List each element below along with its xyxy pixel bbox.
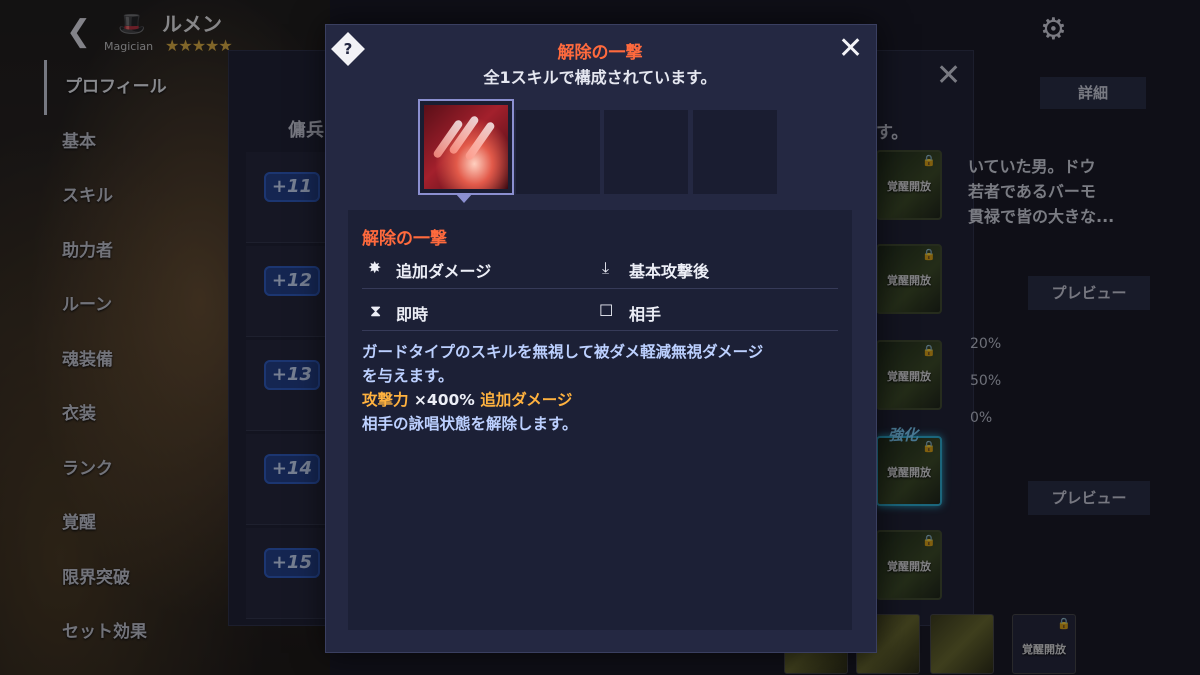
target-enemy-icon: ☐ — [599, 301, 614, 320]
description-line: 相手の詠唱状態を解除します。 — [362, 415, 578, 433]
skill-description: ガードタイプのスキルを無視して被ダメ軽減無視ダメージ を与えます。 攻撃力 ×4… — [362, 340, 842, 436]
scaling-stat: 攻撃力 — [362, 391, 409, 409]
modal-subtitle: 全1スキルで構成されています。 — [483, 68, 717, 87]
divider — [362, 330, 838, 331]
skill-slot-empty — [604, 110, 688, 194]
scaling-line: 攻撃力 ×400% 追加ダメージ — [362, 388, 842, 412]
divider — [362, 288, 838, 289]
skill-slot-empty — [516, 110, 600, 194]
skill-attribute: 追加ダメージ — [396, 262, 492, 281]
extra-damage-icon: ✸ — [368, 258, 382, 277]
skill-attribute: 相手 — [629, 305, 662, 324]
description-line: を与えます。 — [362, 367, 454, 385]
modal-title: 解除の一撃 — [557, 43, 643, 63]
claw-strike-icon — [424, 105, 508, 189]
scaling-type: 追加ダメージ — [480, 391, 573, 409]
selection-pointer — [455, 193, 473, 203]
scaling-value: ×400% — [413, 391, 475, 409]
after-basic-attack-icon: ⤓ — [602, 258, 610, 277]
hourglass-icon: ⧗ — [370, 301, 382, 320]
skill-slot-empty — [693, 110, 777, 194]
skill-attribute: 基本攻撃後 — [629, 262, 710, 281]
skill-slot-selected[interactable] — [418, 99, 514, 195]
skill-attribute: 即時 — [396, 305, 429, 324]
description-line: ガードタイプのスキルを無視して被ダメ軽減無視ダメージ — [362, 343, 764, 361]
skill-name: 解除の一撃 — [362, 229, 447, 249]
